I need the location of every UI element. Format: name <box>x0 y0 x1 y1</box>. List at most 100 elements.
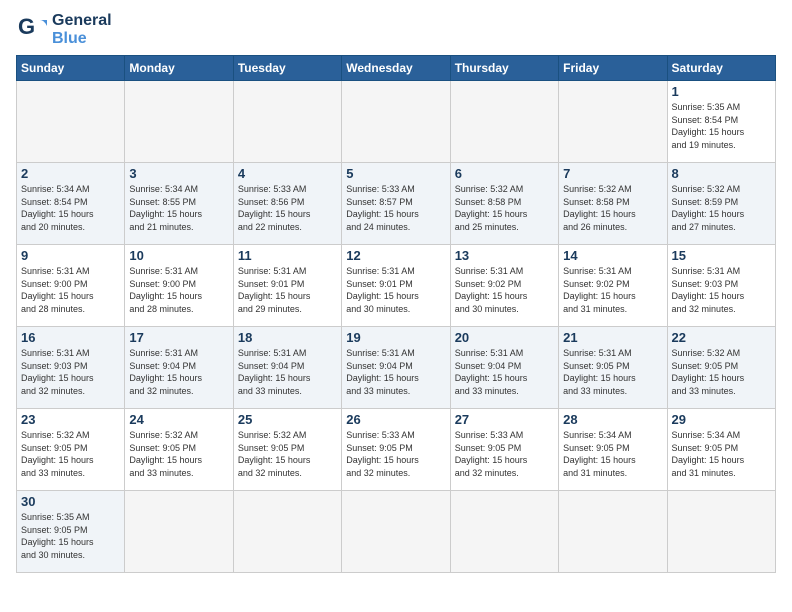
table-row: 24Sunrise: 5:32 AM Sunset: 9:05 PM Dayli… <box>125 409 233 491</box>
table-row: 17Sunrise: 5:31 AM Sunset: 9:04 PM Dayli… <box>125 327 233 409</box>
day-info: Sunrise: 5:31 AM Sunset: 9:05 PM Dayligh… <box>563 347 662 397</box>
table-row: 13 Sunrise: 5:31 AM Sunset: 9:02 PM Dayli… <box>450 245 558 327</box>
day-number: 28 <box>563 412 662 427</box>
table-row: 8 Sunrise: 5:32 AM Sunset: 8:59 PM Daylig… <box>667 163 775 245</box>
day-number: 4 <box>238 166 337 181</box>
day-info: Sunrise: 5:31 AM Sunset: 9:02 PM Dayligh… <box>455 265 554 315</box>
day-info: Sunrise: 5:31 AM Sunset: 9:04 PM Dayligh… <box>238 347 337 397</box>
day-info: Sunrise: 5:31 AM Sunset: 9:00 PM Dayligh… <box>21 265 120 315</box>
col-wednesday: Wednesday <box>342 56 450 81</box>
day-info: Sunrise: 5:32 AM Sunset: 9:05 PM Dayligh… <box>129 429 228 479</box>
day-info: Sunrise: 5:31 AM Sunset: 9:03 PM Dayligh… <box>672 265 771 315</box>
table-row <box>559 491 667 573</box>
day-info: Sunrise: 5:32 AM Sunset: 8:59 PM Dayligh… <box>672 183 771 233</box>
table-row: 29 Sunrise: 5:34 AM Sunset: 9:05 PM Dayli… <box>667 409 775 491</box>
table-row <box>17 81 125 163</box>
day-number: 7 <box>563 166 662 181</box>
day-number: 5 <box>346 166 445 181</box>
day-number: 8 <box>672 166 771 181</box>
day-info: Sunrise: 5:31 AM Sunset: 9:04 PM Dayligh… <box>455 347 554 397</box>
day-number: 15 <box>672 248 771 263</box>
table-row <box>233 81 341 163</box>
page: G General Blue Sunday Monday Tuesday Wed… <box>0 0 792 612</box>
table-row <box>450 81 558 163</box>
day-info: Sunrise: 5:34 AM Sunset: 9:05 PM Dayligh… <box>672 429 771 479</box>
table-row: 20 Sunrise: 5:31 AM Sunset: 9:04 PM Dayli… <box>450 327 558 409</box>
calendar-header-row: Sunday Monday Tuesday Wednesday Thursday… <box>17 56 776 81</box>
day-info: Sunrise: 5:35 AM Sunset: 8:54 PM Dayligh… <box>672 101 771 151</box>
day-number: 20 <box>455 330 554 345</box>
day-info: Sunrise: 5:33 AM Sunset: 9:05 PM Dayligh… <box>346 429 445 479</box>
table-row: 3Sunrise: 5:34 AM Sunset: 8:55 PM Daylig… <box>125 163 233 245</box>
calendar-table: Sunday Monday Tuesday Wednesday Thursday… <box>16 55 776 573</box>
day-number: 26 <box>346 412 445 427</box>
day-info: Sunrise: 5:32 AM Sunset: 9:05 PM Dayligh… <box>21 429 120 479</box>
day-number: 9 <box>21 248 120 263</box>
calendar-row-4: 16Sunrise: 5:31 AM Sunset: 9:03 PM Dayli… <box>17 327 776 409</box>
table-row: 30 Sunrise: 5:35 AM Sunset: 9:05 PM Dayli… <box>17 491 125 573</box>
logo-blue: Blue <box>52 30 112 48</box>
day-number: 13 <box>455 248 554 263</box>
day-info: Sunrise: 5:32 AM Sunset: 8:58 PM Dayligh… <box>563 183 662 233</box>
table-row: 5 Sunrise: 5:33 AM Sunset: 8:57 PM Daylig… <box>342 163 450 245</box>
table-row: 11Sunrise: 5:31 AM Sunset: 9:01 PM Dayli… <box>233 245 341 327</box>
day-info: Sunrise: 5:31 AM Sunset: 9:02 PM Dayligh… <box>563 265 662 315</box>
table-row: 9 Sunrise: 5:31 AM Sunset: 9:00 PM Daylig… <box>17 245 125 327</box>
table-row <box>125 81 233 163</box>
table-row: 16Sunrise: 5:31 AM Sunset: 9:03 PM Dayli… <box>17 327 125 409</box>
day-info: Sunrise: 5:34 AM Sunset: 8:54 PM Dayligh… <box>21 183 120 233</box>
col-thursday: Thursday <box>450 56 558 81</box>
table-row: 21 Sunrise: 5:31 AM Sunset: 9:05 PM Dayli… <box>559 327 667 409</box>
day-info: Sunrise: 5:31 AM Sunset: 9:04 PM Dayligh… <box>129 347 228 397</box>
calendar-row-5: 23 Sunrise: 5:32 AM Sunset: 9:05 PM Dayli… <box>17 409 776 491</box>
day-number: 29 <box>672 412 771 427</box>
day-number: 2 <box>21 166 120 181</box>
table-row: 14 Sunrise: 5:31 AM Sunset: 9:02 PM Dayli… <box>559 245 667 327</box>
table-row <box>667 491 775 573</box>
col-friday: Friday <box>559 56 667 81</box>
day-number: 16 <box>21 330 120 345</box>
day-info: Sunrise: 5:34 AM Sunset: 9:05 PM Dayligh… <box>563 429 662 479</box>
table-row: 10 Sunrise: 5:31 AM Sunset: 9:00 PM Dayli… <box>125 245 233 327</box>
day-number: 21 <box>563 330 662 345</box>
day-info: Sunrise: 5:31 AM Sunset: 9:01 PM Dayligh… <box>238 265 337 315</box>
day-number: 10 <box>129 248 228 263</box>
table-row <box>450 491 558 573</box>
calendar-row-2: 2 Sunrise: 5:34 AM Sunset: 8:54 PM Daylig… <box>17 163 776 245</box>
table-row: 2 Sunrise: 5:34 AM Sunset: 8:54 PM Daylig… <box>17 163 125 245</box>
logo-svg: G <box>16 14 48 46</box>
day-info: Sunrise: 5:31 AM Sunset: 9:00 PM Dayligh… <box>129 265 228 315</box>
table-row <box>342 491 450 573</box>
svg-text:G: G <box>18 14 35 39</box>
day-number: 1 <box>672 84 771 99</box>
day-number: 30 <box>21 494 120 509</box>
logo: G General Blue <box>16 12 112 47</box>
table-row: 28 Sunrise: 5:34 AM Sunset: 9:05 PM Dayli… <box>559 409 667 491</box>
col-monday: Monday <box>125 56 233 81</box>
table-row: 4Sunrise: 5:33 AM Sunset: 8:56 PM Daylig… <box>233 163 341 245</box>
table-row: 6Sunrise: 5:32 AM Sunset: 8:58 PM Daylig… <box>450 163 558 245</box>
day-number: 19 <box>346 330 445 345</box>
day-number: 27 <box>455 412 554 427</box>
table-row <box>233 491 341 573</box>
day-info: Sunrise: 5:32 AM Sunset: 9:05 PM Dayligh… <box>238 429 337 479</box>
day-info: Sunrise: 5:32 AM Sunset: 9:05 PM Dayligh… <box>672 347 771 397</box>
col-saturday: Saturday <box>667 56 775 81</box>
table-row <box>342 81 450 163</box>
day-number: 6 <box>455 166 554 181</box>
table-row: 18Sunrise: 5:31 AM Sunset: 9:04 PM Dayli… <box>233 327 341 409</box>
table-row: 15 Sunrise: 5:31 AM Sunset: 9:03 PM Dayli… <box>667 245 775 327</box>
day-number: 14 <box>563 248 662 263</box>
day-number: 23 <box>21 412 120 427</box>
day-info: Sunrise: 5:33 AM Sunset: 8:57 PM Dayligh… <box>346 183 445 233</box>
calendar-row-6: 30 Sunrise: 5:35 AM Sunset: 9:05 PM Dayli… <box>17 491 776 573</box>
table-row: 25Sunrise: 5:32 AM Sunset: 9:05 PM Dayli… <box>233 409 341 491</box>
table-row: 12Sunrise: 5:31 AM Sunset: 9:01 PM Dayli… <box>342 245 450 327</box>
table-row: 26 Sunrise: 5:33 AM Sunset: 9:05 PM Dayli… <box>342 409 450 491</box>
day-info: Sunrise: 5:35 AM Sunset: 9:05 PM Dayligh… <box>21 511 120 561</box>
col-sunday: Sunday <box>17 56 125 81</box>
table-row: 22Sunrise: 5:32 AM Sunset: 9:05 PM Dayli… <box>667 327 775 409</box>
col-tuesday: Tuesday <box>233 56 341 81</box>
logo-general: General <box>52 12 112 30</box>
table-row: 7 Sunrise: 5:32 AM Sunset: 8:58 PM Daylig… <box>559 163 667 245</box>
